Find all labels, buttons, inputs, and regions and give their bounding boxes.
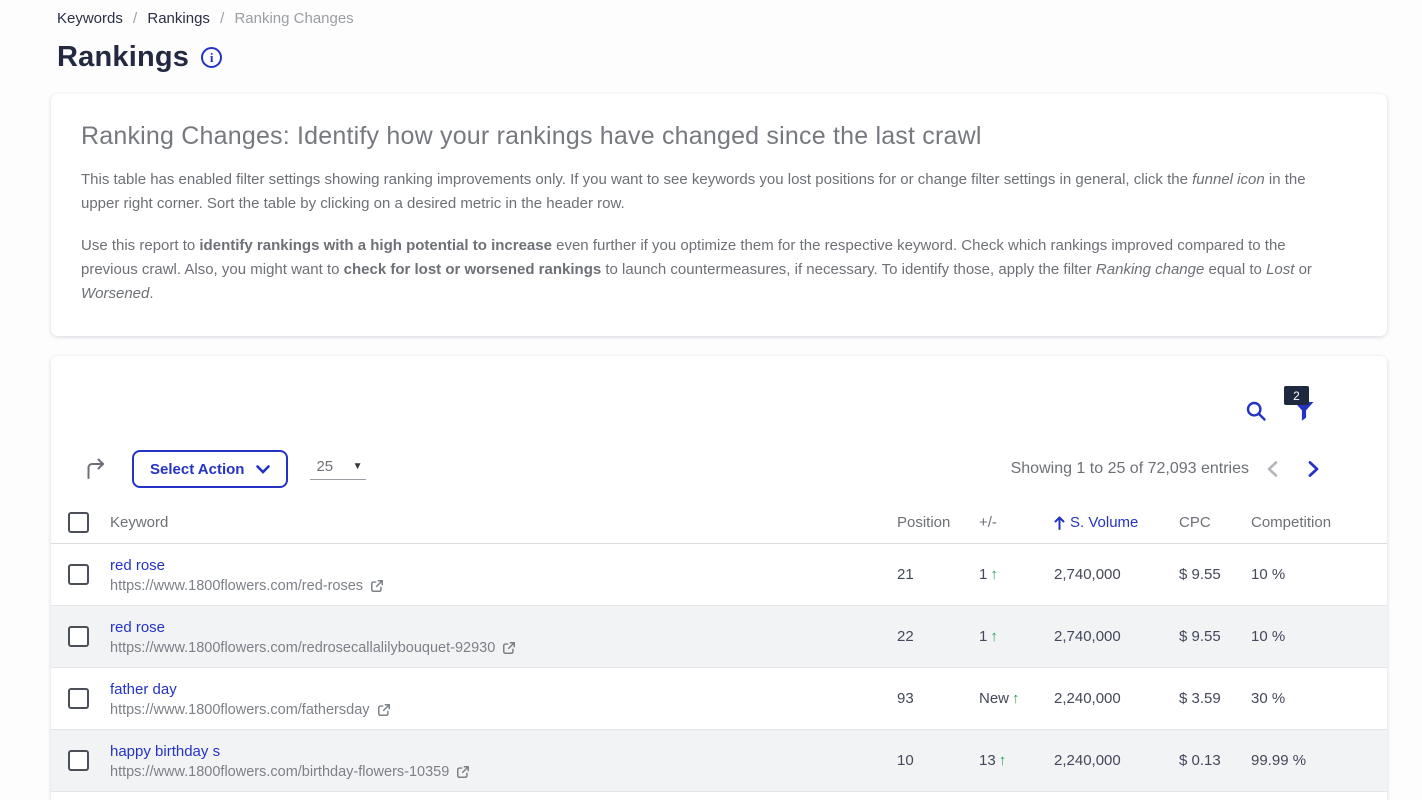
change-value: 1 ↑ xyxy=(979,628,1054,645)
change-up-arrow-icon: ↑ xyxy=(1012,690,1020,707)
export-arrow-icon[interactable] xyxy=(84,457,108,481)
breadcrumb-ranking-changes: Ranking Changes xyxy=(234,10,353,27)
description-paragraph-2: Use this report to identify rankings wit… xyxy=(81,234,1339,307)
position-value: 10 xyxy=(897,752,979,769)
ranking-table-card: 2 Select Action 25 ▼ xyxy=(51,356,1387,800)
keyword-url: https://www.1800flowers.com/birthday-flo… xyxy=(110,764,897,780)
column-header-change[interactable]: +/- xyxy=(979,514,1054,531)
change-value: 1 ↑ xyxy=(979,566,1054,583)
breadcrumb-rankings[interactable]: Rankings xyxy=(147,10,210,27)
breadcrumb-separator: / xyxy=(220,10,224,27)
keyword-link[interactable]: father day xyxy=(110,681,897,698)
table-toolbar: Select Action 25 ▼ Showing 1 to 25 of 72… xyxy=(51,450,1387,488)
table-row: of zodiac signs https://www.1800flowers.… xyxy=(51,792,1387,800)
filter-funnel-icon[interactable]: 2 xyxy=(1293,400,1315,422)
change-value: New ↑ xyxy=(979,690,1054,707)
column-header-cpc[interactable]: CPC xyxy=(1179,514,1251,531)
cpc-value: $ 9.55 xyxy=(1179,566,1251,583)
column-header-competition[interactable]: Competition xyxy=(1251,514,1387,531)
description-card: Ranking Changes: Identify how your ranki… xyxy=(51,94,1387,336)
volume-value: 2,240,000 xyxy=(1054,752,1179,769)
keyword-link[interactable]: happy birthday s xyxy=(110,743,897,760)
position-value: 93 xyxy=(897,690,979,707)
pagination xyxy=(1267,461,1319,477)
row-checkbox[interactable] xyxy=(68,564,89,585)
external-link-icon[interactable] xyxy=(377,703,391,717)
competition-value: 30 % xyxy=(1251,690,1387,707)
search-icon[interactable] xyxy=(1245,400,1267,422)
page-header: Keywords / Rankings / Ranking Changes Ra… xyxy=(0,0,1422,74)
next-page-icon[interactable] xyxy=(1308,461,1319,477)
cpc-value: $ 3.59 xyxy=(1179,690,1251,707)
keyword-link[interactable]: red rose xyxy=(110,619,897,636)
page-size-caret-icon: ▼ xyxy=(353,461,363,472)
select-action-button[interactable]: Select Action xyxy=(132,450,288,488)
external-link-icon[interactable] xyxy=(456,765,470,779)
external-link-icon[interactable] xyxy=(370,579,384,593)
description-paragraph-1: This table has enabled filter settings s… xyxy=(81,168,1339,217)
select-action-label: Select Action xyxy=(150,461,244,478)
keyword-url: https://www.1800flowers.com/redrosecalla… xyxy=(110,640,897,656)
position-value: 22 xyxy=(897,628,979,645)
rankings-page: Keywords / Rankings / Ranking Changes Ra… xyxy=(0,0,1422,800)
volume-value: 2,740,000 xyxy=(1054,628,1179,645)
volume-value: 2,740,000 xyxy=(1054,566,1179,583)
cpc-value: $ 9.55 xyxy=(1179,628,1251,645)
sort-ascending-icon xyxy=(1054,516,1065,530)
table-body: red rose https://www.1800flowers.com/red… xyxy=(51,544,1387,800)
keyword-url: https://www.1800flowers.com/fathersday xyxy=(110,702,897,718)
breadcrumb: Keywords / Rankings / Ranking Changes xyxy=(57,10,1422,27)
position-value: 21 xyxy=(897,566,979,583)
row-checkbox[interactable] xyxy=(68,750,89,771)
table-row: happy birthday s https://www.1800flowers… xyxy=(51,730,1387,792)
change-value: 13 ↑ xyxy=(979,752,1054,769)
rankings-table: Keyword Position +/- S. Volume CPC Compe… xyxy=(51,502,1387,800)
filter-count-badge: 2 xyxy=(1284,386,1309,405)
breadcrumb-keywords[interactable]: Keywords xyxy=(57,10,123,27)
breadcrumb-separator: / xyxy=(133,10,137,27)
row-checkbox[interactable] xyxy=(68,626,89,647)
previous-page-icon[interactable] xyxy=(1267,461,1278,477)
page-title: Rankings xyxy=(57,41,189,74)
external-link-icon[interactable] xyxy=(502,641,516,655)
change-up-arrow-icon: ↑ xyxy=(999,752,1007,769)
volume-value: 2,240,000 xyxy=(1054,690,1179,707)
info-icon[interactable]: i xyxy=(201,47,222,68)
column-header-volume[interactable]: S. Volume xyxy=(1054,514,1179,531)
select-all-checkbox[interactable] xyxy=(68,512,89,533)
change-up-arrow-icon: ↑ xyxy=(990,566,998,583)
column-header-keyword[interactable]: Keyword xyxy=(110,514,897,531)
table-row: red rose https://www.1800flowers.com/red… xyxy=(51,544,1387,606)
competition-value: 99.99 % xyxy=(1251,752,1387,769)
change-up-arrow-icon: ↑ xyxy=(990,628,998,645)
table-row: father day https://www.1800flowers.com/f… xyxy=(51,668,1387,730)
page-size-value: 25 xyxy=(316,458,333,475)
competition-value: 10 % xyxy=(1251,566,1387,583)
cpc-value: $ 0.13 xyxy=(1179,752,1251,769)
page-size-select[interactable]: 25 ▼ xyxy=(310,458,366,480)
table-row: red rose https://www.1800flowers.com/red… xyxy=(51,606,1387,668)
keyword-link[interactable]: red rose xyxy=(110,557,897,574)
keyword-url: https://www.1800flowers.com/red-roses xyxy=(110,578,897,594)
table-header-row: Keyword Position +/- S. Volume CPC Compe… xyxy=(51,502,1387,544)
competition-value: 10 % xyxy=(1251,628,1387,645)
column-header-position[interactable]: Position xyxy=(897,514,979,531)
chevron-down-icon xyxy=(256,465,270,474)
description-heading: Ranking Changes: Identify how your ranki… xyxy=(81,122,1339,151)
showing-entries-text: Showing 1 to 25 of 72,093 entries xyxy=(1011,460,1249,478)
row-checkbox[interactable] xyxy=(68,688,89,709)
